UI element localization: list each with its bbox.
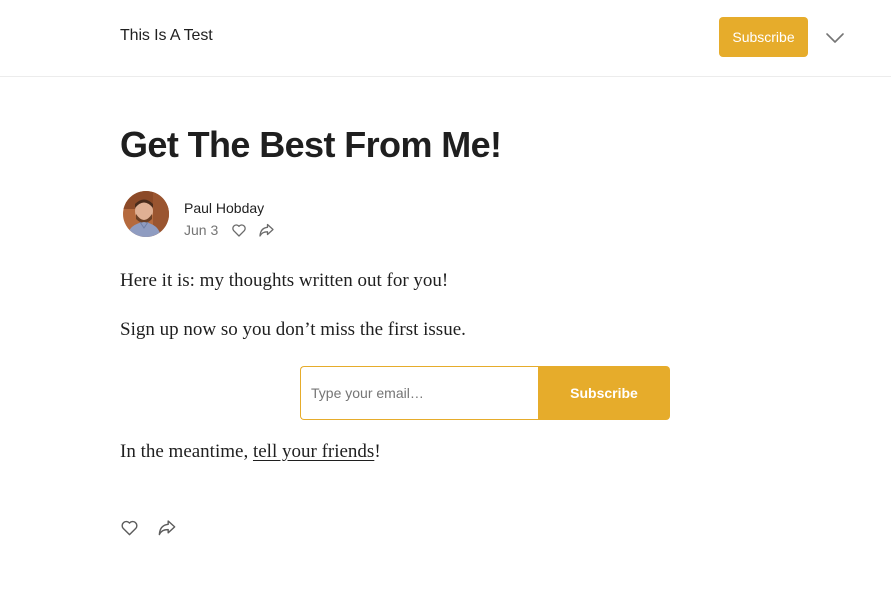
outro-prefix: In the meantime, <box>120 441 253 462</box>
heart-icon[interactable] <box>231 222 247 238</box>
post-title: Get The Best From Me! <box>120 124 502 165</box>
site-header: This Is A Test Subscribe <box>0 0 891 77</box>
header-subscribe-button[interactable]: Subscribe <box>719 17 808 57</box>
email-field[interactable] <box>300 366 540 420</box>
author-name[interactable]: Paul Hobday <box>184 200 264 216</box>
post-outro: In the meantime, tell your friends! <box>120 441 381 463</box>
share-icon[interactable] <box>157 518 177 537</box>
outro-suffix: ! <box>374 441 381 462</box>
post-paragraph: Here it is: my thoughts written out for … <box>120 270 449 291</box>
site-title[interactable]: This Is A Test <box>120 27 213 45</box>
post-paragraph: Sign up now so you don’t miss the first … <box>120 319 466 340</box>
share-icon[interactable] <box>258 222 275 238</box>
heart-icon[interactable] <box>120 518 139 537</box>
tell-friends-link[interactable]: tell your friends <box>253 441 374 462</box>
chevron-down-icon[interactable] <box>825 31 845 45</box>
avatar[interactable] <box>123 191 169 237</box>
subscribe-button[interactable]: Subscribe <box>538 366 670 420</box>
post-date: Jun 3 <box>184 222 219 238</box>
subscribe-form: Subscribe <box>300 366 670 420</box>
